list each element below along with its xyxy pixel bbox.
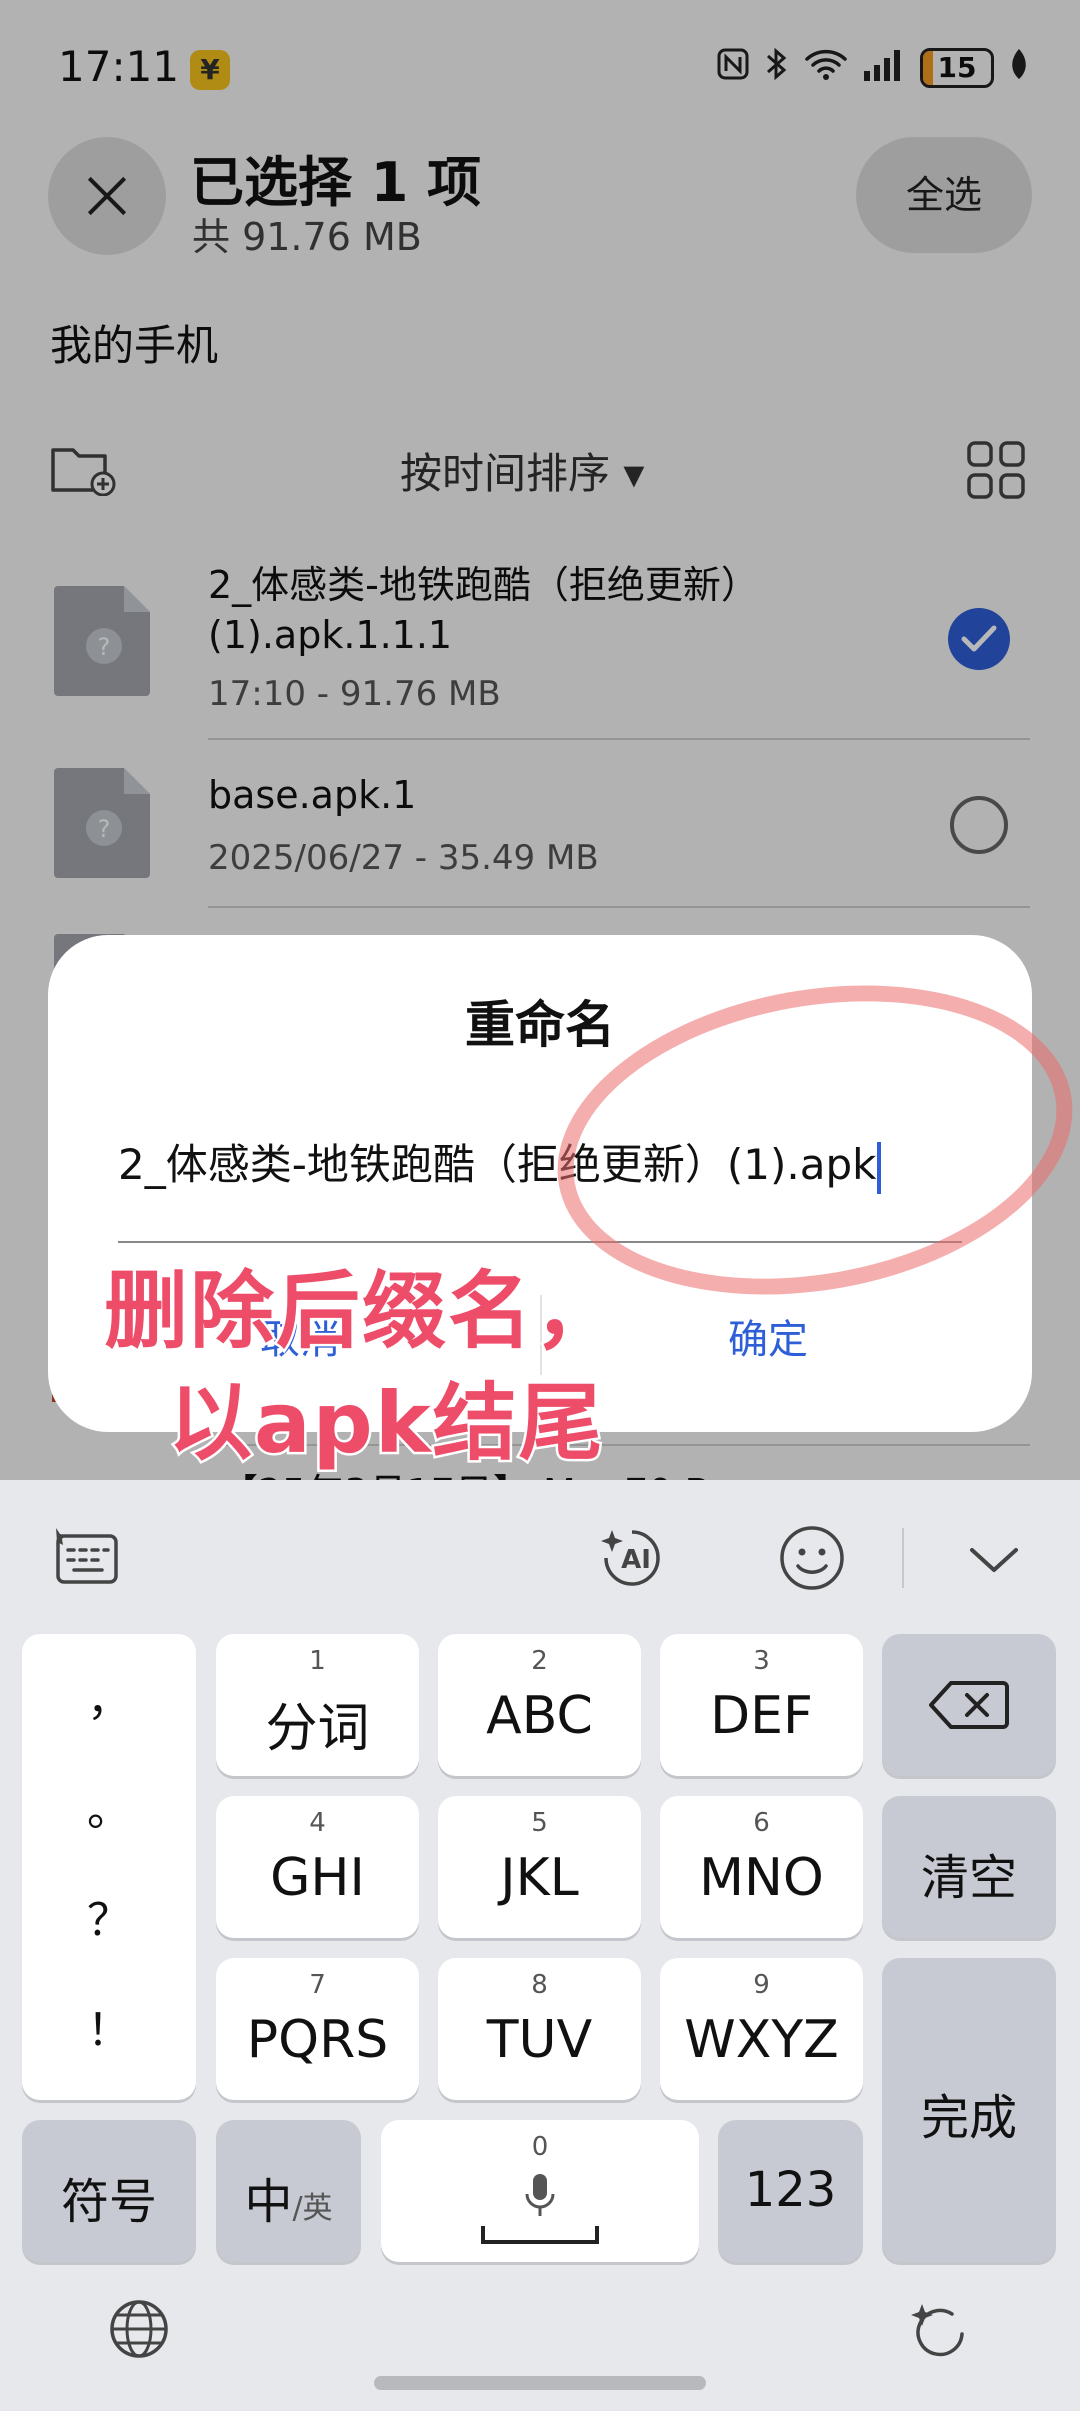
key-label: JKL <box>500 1848 579 1908</box>
globe-icon[interactable] <box>108 2298 170 2360</box>
key-number: 8 <box>531 1970 548 2000</box>
key-label: GHI <box>270 1848 365 1908</box>
microphone-icon <box>525 2174 555 2216</box>
comma-key[interactable]: ， <box>22 1664 196 1728</box>
key-label: 完成 <box>920 2090 1017 2146</box>
punctuation-key[interactable]: ， 。 ？ ！ <box>22 1634 196 2100</box>
key-2[interactable]: 2 ABC <box>438 1634 641 1776</box>
key-number: 1 <box>309 1646 326 1676</box>
svg-text:AI: AI <box>621 1545 651 1575</box>
key-label: DEF <box>710 1686 813 1746</box>
key-8[interactable]: 8 TUV <box>438 1958 641 2100</box>
key-label: PQRS <box>246 2010 389 2070</box>
period-key[interactable]: 。 <box>22 1774 196 1838</box>
key-number: 0 <box>531 2132 549 2162</box>
key-3[interactable]: 3 DEF <box>660 1634 863 1776</box>
key-6[interactable]: 6 MNO <box>660 1796 863 1938</box>
keyboard-settings-icon[interactable] <box>50 1522 122 1594</box>
key-1[interactable]: 1 分词 <box>216 1634 419 1776</box>
exclaim-key[interactable]: ！ <box>22 1994 196 2058</box>
key-label: 符号 <box>60 2174 157 2230</box>
key-label: 123 <box>744 2162 837 2218</box>
key-number: 5 <box>531 1808 548 1838</box>
key-number: 2 <box>531 1646 548 1676</box>
annotation-text-line2: 以apk结尾 <box>166 1372 606 1475</box>
key-label: 中/英 <box>216 2162 361 2232</box>
lang-main: 中 <box>244 2174 293 2230</box>
key-number: 4 <box>309 1808 326 1838</box>
ai-assistant-icon[interactable]: AI <box>596 1522 668 1594</box>
keyboard-toolbar: AI <box>0 1480 1080 1630</box>
symbols-key[interactable]: 符号 <box>22 2120 196 2262</box>
space-key[interactable]: 0 <box>381 2120 699 2262</box>
annotation-text-line1: 删除后缀名， <box>101 1260 621 1363</box>
key-number: 6 <box>753 1808 770 1838</box>
backspace-icon <box>929 1681 1009 1729</box>
clear-key[interactable]: 清空 <box>882 1796 1056 1938</box>
lang-alt: /英 <box>292 2191 333 2226</box>
key-label: MNO <box>699 1848 824 1908</box>
collapse-keyboard-icon[interactable] <box>958 1522 1030 1594</box>
ime-keyboard: AI ， 。 ？ ！ 1 分词 2 ABC 3 DEF 4 GHI 5 JKL <box>0 1480 1080 2411</box>
done-key[interactable]: 完成 <box>882 1958 1056 2262</box>
key-7[interactable]: 7 PQRS <box>216 1958 419 2100</box>
backspace-key[interactable] <box>882 1634 1056 1776</box>
language-toggle-key[interactable]: 中/英 <box>216 2120 361 2262</box>
home-indicator[interactable] <box>374 2376 706 2390</box>
key-number: 3 <box>753 1646 770 1676</box>
key-4[interactable]: 4 GHI <box>216 1796 419 1938</box>
emoji-icon[interactable] <box>776 1522 848 1594</box>
number-mode-key[interactable]: 123 <box>718 2120 863 2262</box>
key-number: 7 <box>309 1970 326 2000</box>
space-bar-icon <box>481 2226 599 2244</box>
key-label: 分词 <box>265 1699 370 1759</box>
key-number: 9 <box>753 1970 770 2000</box>
key-label: WXYZ <box>684 2010 839 2070</box>
confirm-button[interactable]: 确定 <box>728 1307 808 1365</box>
key-label: ABC <box>486 1686 593 1746</box>
key-label: TUV <box>486 2010 593 2070</box>
toolbar-separator <box>902 1528 904 1588</box>
key-9[interactable]: 9 WXYZ <box>660 1958 863 2100</box>
refresh-sparkle-icon[interactable] <box>908 2298 974 2364</box>
question-key[interactable]: ？ <box>22 1884 196 1948</box>
key-5[interactable]: 5 JKL <box>438 1796 641 1938</box>
key-label: 清空 <box>920 1850 1017 1906</box>
